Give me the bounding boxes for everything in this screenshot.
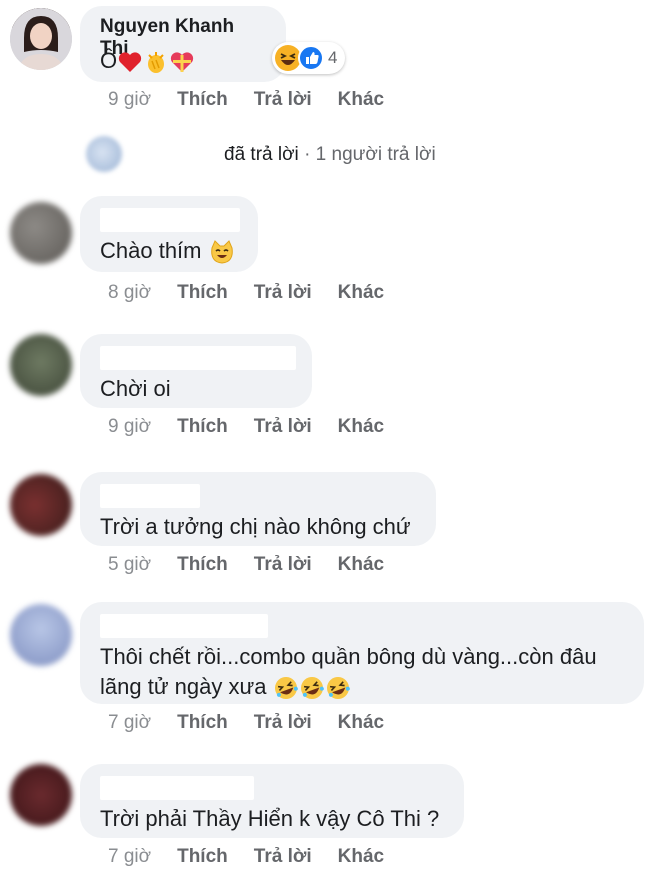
comment-actions: 9 giờ Thích Trả lời Khác [108, 89, 410, 111]
reply-button[interactable]: Trả lời [254, 282, 312, 304]
avatar[interactable] [10, 604, 72, 666]
like-button[interactable]: Thích [177, 712, 228, 734]
avatar[interactable] [10, 334, 72, 396]
comment-bubble: Chời oi [80, 334, 312, 408]
reactions-summary[interactable]: 4 [272, 42, 346, 74]
heart-icon [119, 52, 142, 73]
comment-text: Trời phải Thầy Hiển k vậy Cô Thi ? [100, 804, 444, 834]
comment-time[interactable]: 5 giờ [108, 554, 151, 576]
comment-text-line-2: lãng tử ngày xưa [100, 672, 624, 702]
more-button[interactable]: Khác [338, 416, 384, 438]
comment-actions: 5 giờ Thích Trả lời Khác [108, 554, 410, 576]
comment-actions: 7 giờ Thích Trả lời Khác [108, 846, 410, 868]
comment-time[interactable]: 9 giờ [108, 416, 151, 438]
comment-bubble: Trời a tưởng chị nào không chứ [80, 472, 436, 546]
comment-text-line-1: Thôi chết rồi...combo quần bông dù vàng.… [100, 644, 597, 669]
reaction-count: 4 [328, 48, 338, 67]
smiling-cat-icon [210, 240, 233, 264]
reply-button[interactable]: Trả lời [254, 89, 312, 111]
like-button[interactable]: Thích [177, 416, 228, 438]
redacted-author [100, 484, 200, 508]
redacted-author [100, 614, 268, 638]
reply-button[interactable]: Trả lời [254, 416, 312, 438]
avatar[interactable] [10, 764, 72, 826]
comment-2: Chào thím 8 giờ Thích Trả lời Khác [0, 190, 660, 315]
comment-bubble: Thôi chết rồi...combo quần bông dù vàng.… [80, 602, 644, 704]
comment-text-content: Trời phải Thầy Hiển k vậy Cô Thi ? [100, 806, 440, 831]
like-button[interactable]: Thích [177, 282, 228, 304]
redacted-author [100, 346, 296, 370]
comment-bubble: Chào thím [80, 196, 258, 272]
comment-6: Trời phải Thầy Hiển k vậy Cô Thi ? 7 giờ… [0, 758, 660, 878]
comment-text: Thôi chết rồi...combo quần bông dù vàng.… [100, 642, 624, 702]
reply-button[interactable]: Trả lời [254, 554, 312, 576]
more-button[interactable]: Khác [338, 89, 384, 111]
comment-text: Ô [100, 46, 266, 76]
comment-time[interactable]: 9 giờ [108, 89, 151, 111]
redacted-author [100, 776, 254, 800]
like-button[interactable]: Thích [177, 89, 228, 111]
comment-text-content: Ô [100, 48, 118, 73]
comment-text-line-2-content: lãng tử ngày xưa [100, 674, 267, 699]
more-button[interactable]: Khác [338, 554, 384, 576]
comment-text-content: Chời oi [100, 376, 171, 401]
comment-text-content: Trời a tưởng chị nào không chứ [100, 514, 411, 539]
more-button[interactable]: Khác [338, 282, 384, 304]
comment-bubble: Nguyen Khanh Thi Ô [80, 6, 286, 82]
clap-icon [148, 52, 165, 74]
rofl-icon [326, 677, 350, 700]
comment-actions: 7 giờ Thích Trả lời Khác [108, 712, 410, 734]
reply-avatar [86, 136, 122, 172]
comment-time[interactable]: 7 giờ [108, 712, 151, 734]
comment-5: Thôi chết rồi...combo quần bông dù vàng.… [0, 596, 660, 746]
comment-bubble: Trời phải Thầy Hiển k vậy Cô Thi ? [80, 764, 464, 838]
profile-photo [10, 8, 72, 70]
comment-time[interactable]: 7 giờ [108, 846, 151, 868]
like-button[interactable]: Thích [177, 554, 228, 576]
view-replies-row[interactable]: đã trả lời · 1 người trả lời [86, 136, 646, 176]
comment-3: Chời oi 9 giờ Thích Trả lời Khác [0, 328, 660, 453]
like-reaction-icon [298, 45, 324, 71]
comment-actions: 8 giờ Thích Trả lời Khác [108, 282, 410, 304]
rofl-icon [274, 677, 298, 700]
reply-button[interactable]: Trả lời [254, 712, 312, 734]
more-button[interactable]: Khác [338, 712, 384, 734]
comment-actions: 9 giờ Thích Trả lời Khác [108, 416, 410, 438]
comment-text: Chời oi [100, 374, 292, 404]
comment-4: Trời a tưởng chị nào không chứ 5 giờ Thí… [0, 466, 660, 591]
comment-text-content: Chào thím [100, 238, 202, 263]
avatar[interactable] [10, 202, 72, 264]
reply-button[interactable]: Trả lời [254, 846, 312, 868]
rofl-icon [300, 677, 324, 700]
comment-1: Nguyen Khanh Thi Ô 4 9 giờ Thích Trả lời… [0, 0, 660, 130]
gift-heart-icon [171, 52, 194, 73]
avatar[interactable] [10, 8, 72, 70]
reply-summary[interactable]: đã trả lời · 1 người trả lời [224, 144, 436, 166]
comment-author[interactable]: Nguyen Khanh Thi [100, 16, 266, 59]
reply-summary-text: đã trả lời [224, 144, 299, 165]
comment-text: Trời a tưởng chị nào không chứ [100, 512, 416, 542]
avatar[interactable] [10, 474, 72, 536]
comment-time[interactable]: 8 giờ [108, 282, 151, 304]
reply-summary-count: 1 người trả lời [315, 144, 436, 165]
like-button[interactable]: Thích [177, 846, 228, 868]
more-button[interactable]: Khác [338, 846, 384, 868]
reply-summary-separator: · [304, 144, 311, 165]
redacted-author [100, 208, 240, 232]
comment-text: Chào thím [100, 236, 238, 266]
